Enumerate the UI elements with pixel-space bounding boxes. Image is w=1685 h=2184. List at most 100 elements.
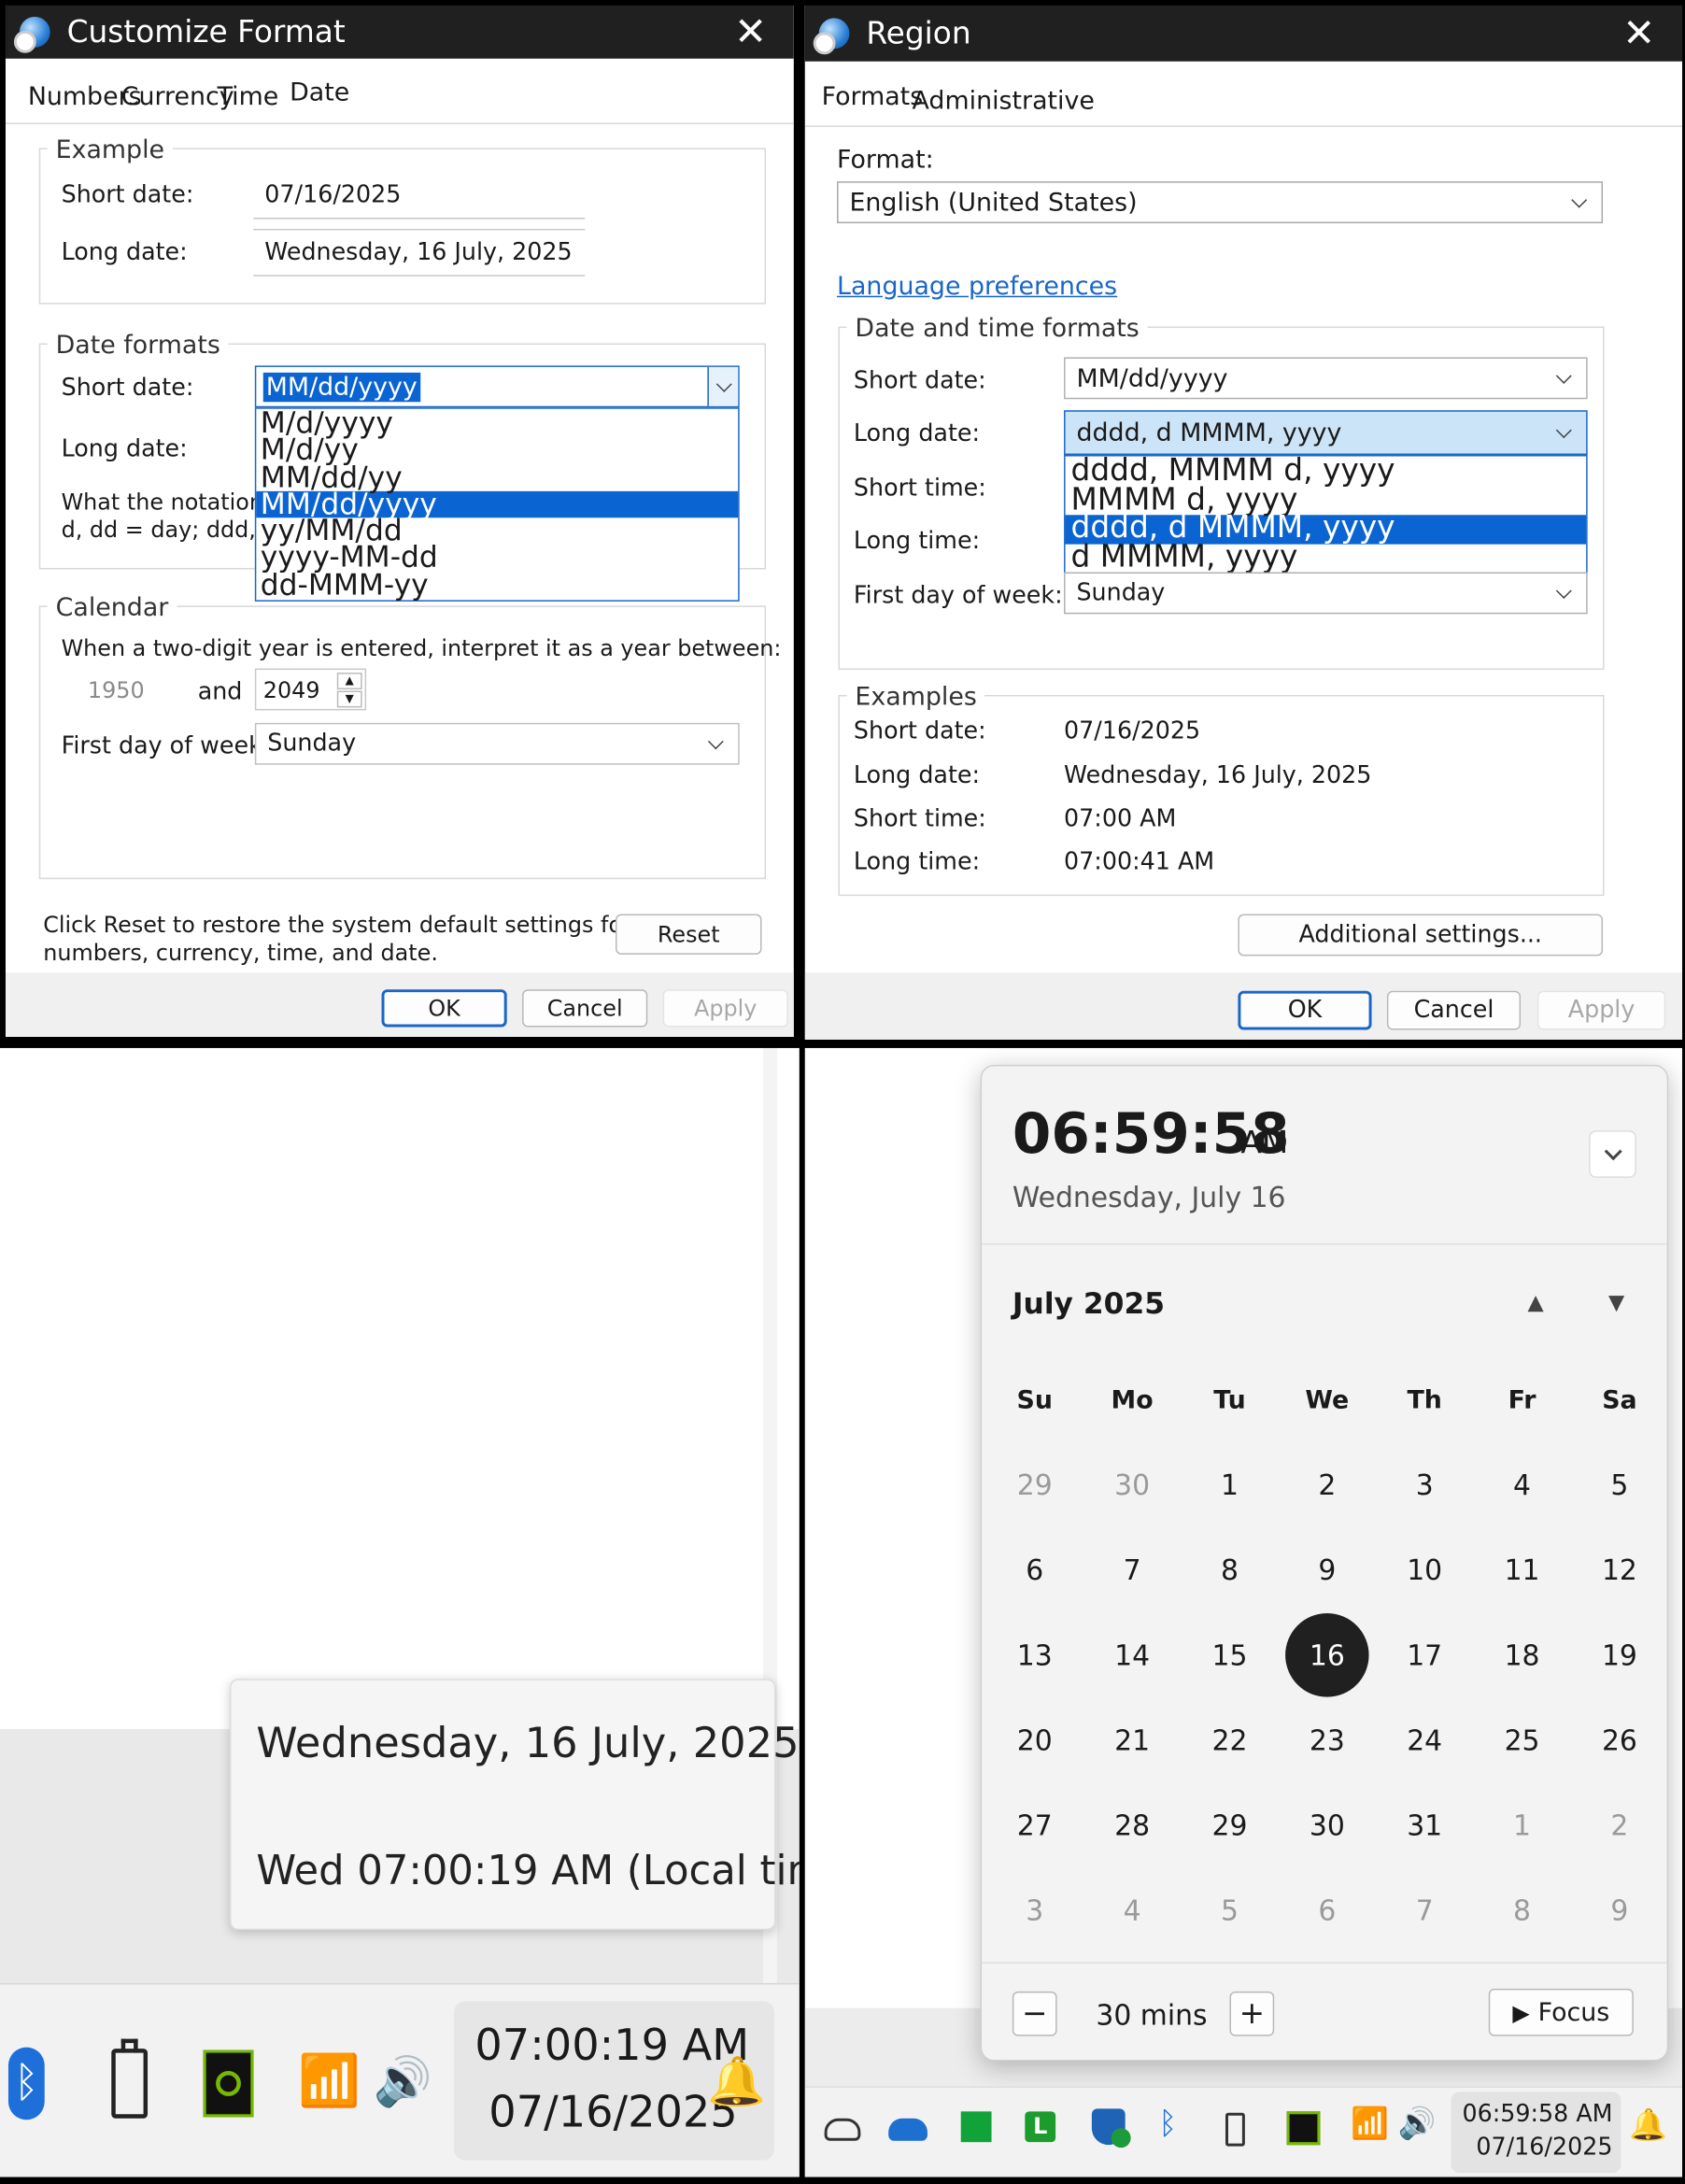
wifi-icon[interactable]: 📶 bbox=[1351, 2107, 1389, 2142]
calendar-day[interactable]: 12 bbox=[1571, 1553, 1667, 1587]
nvidia-icon[interactable] bbox=[203, 2049, 254, 2118]
year-to-spinbox[interactable]: 2049 ▲ ▼ bbox=[254, 668, 367, 711]
calendar-day[interactable]: 3 bbox=[986, 1893, 1083, 1927]
usb-drive-icon[interactable] bbox=[111, 2038, 149, 2119]
volume-icon[interactable]: 🔊 bbox=[1398, 2107, 1437, 2142]
cancel-button[interactable]: Cancel bbox=[1386, 990, 1522, 1030]
clock-button[interactable]: 06:59:58 AM 07/16/2025 bbox=[1451, 2092, 1621, 2174]
calendar-day[interactable]: 24 bbox=[1376, 1723, 1473, 1757]
additional-settings-button[interactable]: Additional settings... bbox=[1238, 914, 1604, 957]
calendar-day[interactable]: 7 bbox=[1083, 1553, 1181, 1587]
calendar-day[interactable]: 30 bbox=[1279, 1808, 1376, 1842]
calendar-day[interactable]: 31 bbox=[1376, 1808, 1473, 1842]
green-app-icon[interactable] bbox=[960, 2111, 992, 2143]
reset-button[interactable]: Reset bbox=[615, 914, 762, 955]
volume-icon[interactable]: 🔊 bbox=[374, 2054, 432, 2110]
calendar-day[interactable]: 5 bbox=[1181, 1893, 1278, 1927]
calendar-day[interactable]: 8 bbox=[1473, 1893, 1570, 1927]
security-icon[interactable] bbox=[1091, 2108, 1131, 2149]
first-day-combobox[interactable]: Sunday bbox=[254, 722, 740, 765]
calendar-day[interactable]: 6 bbox=[986, 1553, 1083, 1587]
ok-button[interactable]: OK bbox=[1238, 990, 1372, 1030]
dropdown-option[interactable]: d MMMM, yyyy bbox=[1066, 542, 1587, 573]
calendar-day[interactable]: 14 bbox=[1083, 1638, 1181, 1672]
onedrive-icon[interactable] bbox=[888, 2118, 927, 2141]
window-title: Region bbox=[866, 16, 971, 51]
short-date-combobox[interactable]: MM/dd/yyyy bbox=[254, 365, 740, 408]
spin-up-icon[interactable]: ▲ bbox=[336, 673, 362, 690]
wifi-icon[interactable]: 📶 bbox=[298, 2051, 361, 2110]
calendar-day[interactable]: 11 bbox=[1473, 1553, 1570, 1587]
long-date-dropdown-list[interactable]: dddd, MMMM d, yyyy MMMM d, yyyy dddd, d MM… bbox=[1064, 455, 1588, 575]
calendar-day[interactable]: 9 bbox=[1571, 1893, 1667, 1927]
calendar-day[interactable]: 3 bbox=[1376, 1468, 1473, 1502]
l-app-icon[interactable]: L bbox=[1025, 2111, 1056, 2143]
calendar-day[interactable]: 1 bbox=[1473, 1808, 1570, 1842]
bell-icon[interactable]: 🔔 bbox=[1629, 2108, 1667, 2143]
format-combobox[interactable]: English (United States) bbox=[837, 181, 1604, 224]
calendar-day[interactable]: 1 bbox=[1181, 1468, 1278, 1502]
cancel-button[interactable]: Cancel bbox=[522, 989, 648, 1028]
calendar-day[interactable]: 21 bbox=[1083, 1723, 1181, 1757]
close-icon[interactable]: ✕ bbox=[727, 8, 774, 56]
weekday-header: Sa bbox=[1602, 1385, 1637, 1415]
calendar-day[interactable]: 13 bbox=[986, 1638, 1083, 1672]
calendar-day[interactable]: 22 bbox=[1181, 1723, 1278, 1757]
calendar-day[interactable]: 29 bbox=[1181, 1808, 1278, 1842]
calendar-day[interactable]: 30 bbox=[1083, 1468, 1181, 1502]
calendar-day[interactable]: 28 bbox=[1083, 1808, 1181, 1842]
short-date-selected-text[interactable]: MM/dd/yyyy bbox=[262, 372, 420, 402]
calendar-day[interactable]: 9 bbox=[1279, 1553, 1376, 1587]
calendar-day[interactable]: 5 bbox=[1571, 1468, 1667, 1502]
bell-icon[interactable]: 🔔 bbox=[707, 2054, 766, 2110]
dropdown-button[interactable] bbox=[707, 366, 739, 406]
language-preferences-link[interactable]: Language preferences bbox=[837, 272, 1117, 301]
spin-down-icon[interactable]: ▼ bbox=[336, 690, 362, 708]
calendar-day[interactable]: 7 bbox=[1376, 1893, 1473, 1927]
tab-date[interactable]: Date bbox=[290, 78, 349, 107]
calendar-day[interactable]: 19 bbox=[1571, 1638, 1667, 1672]
ok-button[interactable]: OK bbox=[381, 989, 507, 1028]
nvidia-icon[interactable] bbox=[1286, 2111, 1321, 2146]
short-date-dropdown-list[interactable]: M/d/yyyy M/d/yy MM/dd/yy MM/dd/yyyy yy/MM/dd… bbox=[254, 407, 740, 602]
calendar-day[interactable]: 20 bbox=[986, 1723, 1083, 1757]
calendar-day[interactable]: 18 bbox=[1473, 1638, 1570, 1672]
calendar-day[interactable]: 17 bbox=[1376, 1638, 1473, 1672]
cloud-icon[interactable] bbox=[824, 2118, 861, 2141]
bluetooth-icon[interactable]: ᛒ bbox=[1158, 2107, 1177, 2142]
dropdown-option[interactable]: dd-MMM-yy bbox=[256, 570, 738, 600]
calendar-day[interactable]: 10 bbox=[1376, 1553, 1473, 1587]
long-date-combobox[interactable]: dddd, d MMMM, yyyy bbox=[1064, 410, 1588, 456]
collapse-button[interactable] bbox=[1589, 1130, 1636, 1178]
example-long-time-label: Long time: bbox=[853, 848, 981, 877]
apply-button[interactable]: Apply bbox=[662, 989, 788, 1028]
increase-minutes-button[interactable]: + bbox=[1229, 1991, 1275, 2036]
tab-time[interactable]: Time bbox=[218, 82, 279, 111]
calendar-day[interactable]: 27 bbox=[986, 1808, 1083, 1842]
previous-month-icon[interactable]: ▲ bbox=[1528, 1289, 1544, 1314]
tab-administrative[interactable]: Administrative bbox=[913, 87, 1095, 116]
calendar-day[interactable]: 8 bbox=[1181, 1553, 1278, 1587]
calendar-day[interactable]: 29 bbox=[986, 1468, 1083, 1502]
usb-drive-icon[interactable] bbox=[1225, 2112, 1245, 2147]
next-month-icon[interactable]: ▼ bbox=[1608, 1289, 1624, 1314]
calendar-day[interactable]: 4 bbox=[1083, 1893, 1181, 1927]
apply-button[interactable]: Apply bbox=[1536, 990, 1666, 1030]
decrease-minutes-button[interactable]: − bbox=[1012, 1991, 1057, 2036]
short-date-combobox[interactable]: MM/dd/yyyy bbox=[1064, 357, 1588, 400]
tab-formats[interactable]: Formats bbox=[822, 82, 924, 111]
calendar-day[interactable]: 6 bbox=[1279, 1893, 1376, 1927]
calendar-day[interactable]: 23 bbox=[1279, 1723, 1376, 1757]
calendar-day[interactable]: 4 bbox=[1473, 1468, 1570, 1502]
close-icon[interactable]: ✕ bbox=[1615, 9, 1663, 57]
calendar-day[interactable]: 2 bbox=[1279, 1468, 1376, 1502]
calendar-day[interactable]: 16 bbox=[1279, 1638, 1376, 1672]
bluetooth-icon[interactable]: ᛒ bbox=[7, 2047, 45, 2120]
calendar-day[interactable]: 25 bbox=[1473, 1723, 1570, 1757]
calendar-day[interactable]: 2 bbox=[1571, 1808, 1667, 1842]
calendar-day[interactable]: 15 bbox=[1181, 1638, 1278, 1672]
year-to-value[interactable]: 2049 bbox=[263, 676, 320, 702]
focus-button[interactable]: ▶ Focus bbox=[1488, 1988, 1634, 2036]
first-day-combobox[interactable]: Sunday bbox=[1064, 572, 1588, 615]
calendar-day[interactable]: 26 bbox=[1571, 1723, 1667, 1757]
